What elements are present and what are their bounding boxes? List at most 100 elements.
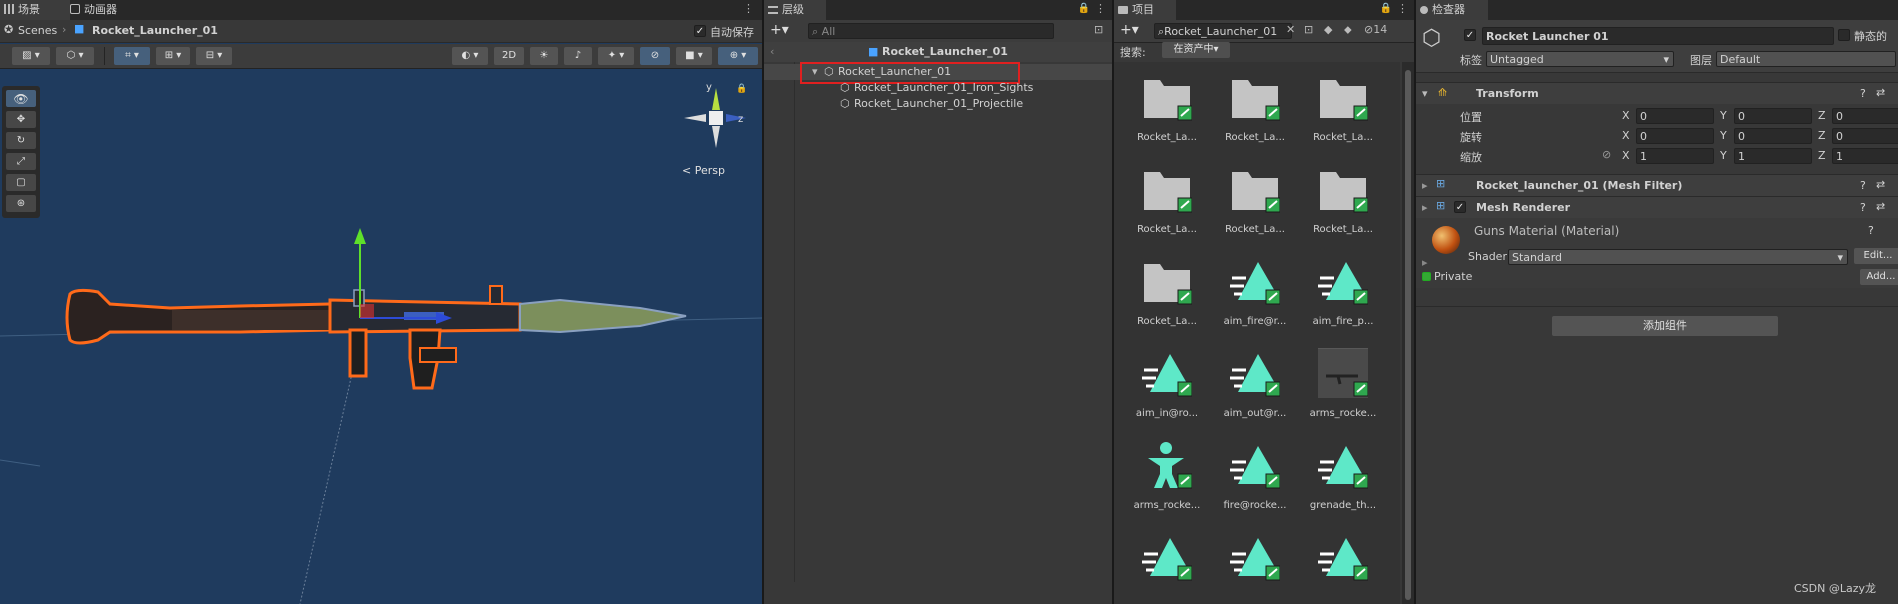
lock-icon[interactable]: 🔒 — [1380, 3, 1392, 14]
render-mode-button[interactable]: ⬡ ▾ — [56, 47, 94, 65]
transform-x-field[interactable]: 0 — [1636, 108, 1714, 124]
autosave-checkbox[interactable]: ✓ — [694, 25, 706, 37]
axis-x-label[interactable]: X — [1622, 109, 1630, 122]
panel-menu-icon[interactable]: ⋮ — [1397, 2, 1408, 15]
add-component-button[interactable]: 添加组件 — [1552, 316, 1778, 336]
asset-item[interactable]: grenade_th... — [1300, 434, 1386, 514]
tab-animator[interactable]: 动画器 — [66, 0, 148, 20]
asset-item[interactable] — [1124, 526, 1210, 604]
layer-dropdown[interactable]: Default — [1716, 51, 1896, 67]
help-icon[interactable]: ? — [1860, 201, 1866, 214]
tag-dropdown[interactable]: Untagged ▾ — [1486, 51, 1674, 67]
edit-shader-button[interactable]: Edit... — [1854, 248, 1898, 264]
lock-icon[interactable]: 🔒 — [1078, 3, 1090, 14]
asset-item[interactable]: aim_fire@r... — [1212, 250, 1298, 330]
panel-menu-icon[interactable]: ⋮ — [1095, 2, 1106, 15]
asset-item[interactable]: Rocket_La... — [1124, 66, 1210, 146]
settings-icon[interactable]: ⇄ — [1876, 86, 1885, 99]
mesh-filter-header[interactable]: ▸ ⊞ Rocket_launcher_01 (Mesh Filter) ? ⇄ — [1416, 174, 1898, 196]
foldout-arrow-icon[interactable]: ▸ — [1422, 256, 1428, 269]
mesh-renderer-enabled-checkbox[interactable]: ✓ — [1454, 201, 1466, 213]
draw-mode-button[interactable]: ▨ ▾ — [12, 47, 50, 65]
axis-x-label[interactable]: X — [1622, 129, 1630, 142]
2d-toggle-button[interactable]: 2D — [494, 47, 524, 65]
settings-icon[interactable]: ⇄ — [1876, 200, 1885, 213]
orientation-gizmo[interactable] — [676, 82, 756, 162]
transform-x-field[interactable]: 0 — [1636, 128, 1714, 144]
hierarchy-search-input[interactable]: ⌕ All — [808, 23, 1054, 39]
transform-header[interactable]: ▾ ⟰ Transform ? ⇄ — [1416, 82, 1898, 104]
transform-y-field[interactable]: 1 — [1734, 148, 1812, 164]
foldout-arrow-icon[interactable]: ▸ — [1422, 179, 1428, 192]
axis-y-label[interactable]: Y — [1720, 109, 1727, 122]
asset-item[interactable]: Rocket_La... — [1124, 158, 1210, 238]
transform-z-field[interactable]: 1 — [1832, 148, 1898, 164]
grid-visibility-button[interactable]: ⊞ ▾ — [156, 47, 190, 65]
search-by-type-icon[interactable]: ⊡ — [1304, 23, 1313, 36]
hidden-packages-icon[interactable]: ⊘14 — [1364, 23, 1387, 36]
hierarchy-item[interactable]: ⬡ Rocket_Launcher_01_Projectile — [764, 96, 1112, 112]
foldout-arrow-icon[interactable]: ▸ — [1422, 201, 1428, 214]
asset-item[interactable] — [1300, 526, 1386, 604]
camera-button[interactable]: ■ ▾ — [676, 47, 712, 65]
back-arrow-icon[interactable]: ‹ — [770, 42, 774, 62]
lighting-toggle-button[interactable]: ☀ — [530, 47, 558, 65]
breadcrumb-scenes[interactable]: Scenes — [18, 24, 57, 37]
asset-item[interactable]: arms_rocke... — [1124, 434, 1210, 514]
transform-z-field[interactable]: 0 — [1832, 128, 1898, 144]
shading-button[interactable]: ◐ ▾ — [452, 47, 488, 65]
search-by-label-icon[interactable]: ◆ — [1324, 23, 1332, 36]
clear-search-icon[interactable]: ✕ — [1286, 23, 1295, 36]
private-checkbox[interactable] — [1422, 272, 1431, 281]
axis-x-label[interactable]: X — [1622, 149, 1630, 162]
asset-item[interactable]: aim_out@r... — [1212, 342, 1298, 422]
increment-snap-button[interactable]: ⊟ ▾ — [196, 47, 232, 65]
panel-menu-icon[interactable]: ⋮ — [743, 2, 754, 15]
constrain-proportions-icon[interactable]: ⊘ — [1602, 148, 1611, 161]
search-scope-button[interactable]: 在资产中▾ — [1162, 42, 1230, 58]
lock-icon[interactable]: 🔒 — [736, 84, 747, 94]
axis-z-label[interactable]: Z — [1818, 149, 1826, 162]
active-checkbox[interactable]: ✓ — [1464, 29, 1476, 41]
help-icon[interactable]: ? — [1860, 179, 1866, 192]
tab-inspector[interactable]: 检查器 — [1416, 0, 1488, 20]
asset-item[interactable]: Rocket_La... — [1212, 158, 1298, 238]
axis-z-label[interactable]: Z — [1818, 129, 1826, 142]
rocket-launcher-model[interactable] — [65, 285, 687, 390]
breadcrumb-prefab[interactable]: Rocket_Launcher_01 — [92, 24, 218, 37]
project-scrollbar[interactable] — [1402, 62, 1414, 604]
shader-dropdown[interactable]: Standard ▾ — [1508, 249, 1848, 265]
hidden-objects-button[interactable]: ⊘ — [640, 47, 670, 65]
asset-item[interactable]: Rocket_La... — [1300, 158, 1386, 238]
tab-scene[interactable]: 场景 — [0, 0, 70, 20]
asset-item[interactable]: aim_in@ro... — [1124, 342, 1210, 422]
settings-icon[interactable]: ⇄ — [1876, 178, 1885, 191]
mesh-renderer-header[interactable]: ▸ ⊞ ✓ Mesh Renderer ? ⇄ — [1416, 196, 1898, 218]
axis-z-label[interactable]: Z — [1818, 109, 1826, 122]
asset-item[interactable]: aim_fire_p... — [1300, 250, 1386, 330]
asset-item[interactable]: arms_rocke... — [1300, 342, 1386, 422]
transform-z-field[interactable]: 0 — [1832, 108, 1898, 124]
hierarchy-item[interactable]: ⬡ Rocket_Launcher_01_Iron_Sights — [764, 80, 1112, 96]
add-material-button[interactable]: Add... — [1860, 269, 1898, 285]
audio-toggle-button[interactable]: ♪ — [564, 47, 592, 65]
material-name[interactable]: Guns Material (Material) — [1474, 224, 1619, 238]
transform-x-field[interactable]: 1 — [1636, 148, 1714, 164]
scrollbar-thumb[interactable] — [1405, 70, 1411, 600]
axis-y-label[interactable]: Y — [1720, 129, 1727, 142]
asset-item[interactable]: fire@rocke... — [1212, 434, 1298, 514]
object-name-field[interactable]: Rocket Launcher 01 — [1482, 27, 1834, 45]
create-button[interactable]: +▾ — [1120, 22, 1139, 38]
tag-icon[interactable]: ⬥ — [1344, 23, 1352, 37]
project-search-input[interactable]: ⌕Rocket_Launcher_01 — [1154, 23, 1292, 39]
transform-y-field[interactable]: 0 — [1734, 128, 1812, 144]
help-icon[interactable]: ? — [1868, 224, 1874, 237]
asset-item[interactable]: Rocket_La... — [1124, 250, 1210, 330]
gizmos-button[interactable]: ⊕ ▾ — [718, 47, 758, 65]
asset-item[interactable] — [1212, 526, 1298, 604]
tab-hierarchy[interactable]: 层级 — [764, 0, 826, 20]
scene-viewport[interactable] — [0, 68, 762, 604]
help-icon[interactable]: ? — [1860, 87, 1866, 100]
persp-label[interactable]: < Persp — [682, 164, 725, 177]
static-checkbox[interactable] — [1838, 29, 1850, 41]
